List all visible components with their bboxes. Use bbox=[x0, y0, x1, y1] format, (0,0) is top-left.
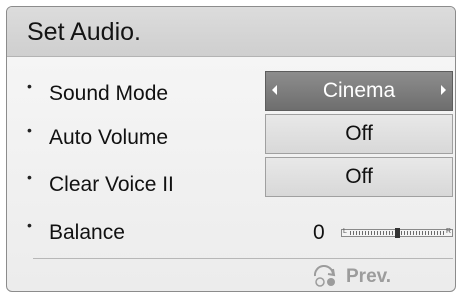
clear-voice-value: Off bbox=[345, 165, 373, 188]
clear-voice-label: Clear Voice II bbox=[49, 173, 174, 196]
audio-settings-panel: Set Audio. • Sound Mode • Auto Volume • … bbox=[6, 6, 456, 292]
page-title: Set Audio. bbox=[27, 18, 141, 46]
sound-mode-selector[interactable]: Cinema bbox=[265, 71, 453, 111]
slider-knob[interactable] bbox=[395, 228, 400, 238]
panel-header: Set Audio. bbox=[7, 7, 455, 57]
auto-volume-selector[interactable]: Off bbox=[265, 114, 453, 154]
slider-right-label: R bbox=[445, 228, 451, 235]
balance-label: Balance bbox=[49, 221, 125, 244]
footer-divider bbox=[33, 258, 453, 259]
balance-value: 0 bbox=[313, 221, 325, 244]
sound-mode-value: Cinema bbox=[322, 79, 396, 102]
bullet-icon: • bbox=[27, 217, 32, 233]
clear-voice-selector[interactable]: Off bbox=[265, 157, 453, 197]
arrow-right-icon[interactable] bbox=[441, 85, 446, 95]
arrow-left-icon[interactable] bbox=[272, 85, 277, 95]
prev-label: Prev. bbox=[346, 266, 392, 287]
sound-mode-label: Sound Mode bbox=[49, 82, 169, 105]
balance-slider[interactable]: L R bbox=[341, 228, 453, 238]
back-remote-icon bbox=[313, 265, 336, 287]
bullet-icon: • bbox=[27, 122, 32, 138]
bullet-icon: • bbox=[27, 78, 32, 94]
bullet-icon: • bbox=[27, 169, 32, 185]
auto-volume-value: Off bbox=[345, 122, 373, 145]
slider-left-label: L bbox=[343, 228, 347, 235]
auto-volume-label: Auto Volume bbox=[49, 126, 169, 149]
